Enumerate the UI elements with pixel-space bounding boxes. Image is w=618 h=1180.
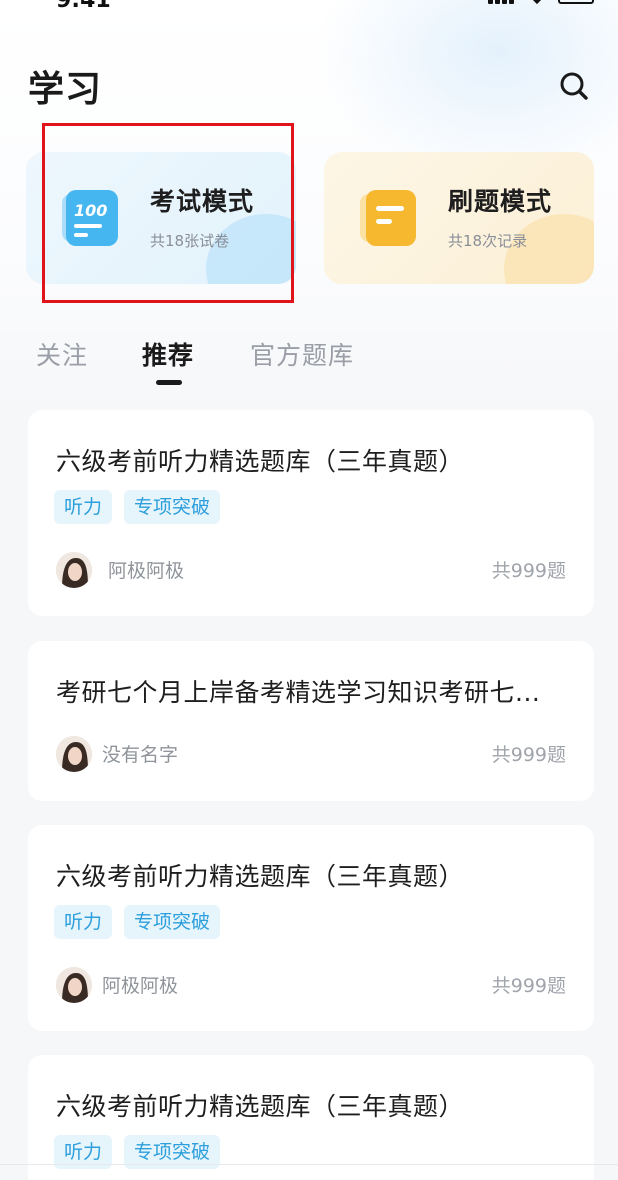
- search-button[interactable]: [556, 68, 592, 104]
- practice-mode-title: 刷题模式: [448, 187, 553, 216]
- author-name: 没有名字: [102, 744, 179, 766]
- author-name: 阿极阿极: [102, 975, 179, 997]
- question-count: 共999题: [491, 560, 566, 582]
- battery-icon: [558, 0, 594, 4]
- tag-listening[interactable]: 听力: [54, 490, 113, 524]
- search-icon: [560, 72, 588, 100]
- question-bank-card[interactable]: 六级考前听力精选题库（三年真题） 听力 专项突破 阿极阿极 共999题: [28, 825, 594, 1031]
- practice-mode-subtitle: 共18次记录: [448, 232, 528, 250]
- page-title: 学习: [28, 69, 103, 110]
- tab-official-bank[interactable]: 官方题库: [250, 336, 354, 372]
- tab-follow[interactable]: 关注: [36, 336, 88, 372]
- tab-bar: 关注 推荐 官方题库: [0, 330, 618, 390]
- avatar[interactable]: [56, 736, 92, 772]
- active-tab-indicator: [156, 380, 182, 385]
- status-time: 9:41: [56, 0, 111, 13]
- divider: [0, 1164, 618, 1165]
- tag-listening[interactable]: 听力: [54, 905, 113, 939]
- cellular-signal-icon: [488, 0, 518, 4]
- exam-mode-title: 考试模式: [150, 187, 255, 216]
- exam-mode-card[interactable]: 100 考试模式 共18张试卷: [26, 152, 296, 284]
- practice-mode-card[interactable]: 刷题模式 共18次记录: [324, 152, 594, 284]
- status-bar: 9:41: [0, 0, 618, 14]
- notes-icon: [358, 186, 422, 250]
- question-bank-card[interactable]: 六级考前听力精选题库（三年真题） 听力 专项突破: [28, 1055, 594, 1180]
- tag-special-breakthrough[interactable]: 专项突破: [124, 490, 221, 524]
- question-bank-card[interactable]: 考研七个月上岸备考精选学习知识考研七... 没有名字 共999题: [28, 641, 594, 801]
- exam-mode-subtitle: 共18张试卷: [150, 232, 230, 250]
- question-count: 共999题: [491, 744, 566, 766]
- question-bank-card[interactable]: 六级考前听力精选题库（三年真题） 听力 专项突破 阿极阿极 共999题: [28, 410, 594, 616]
- wifi-icon: [529, 0, 545, 5]
- exam-score-icon: 100: [60, 186, 124, 250]
- avatar[interactable]: [56, 967, 92, 1003]
- avatar[interactable]: [56, 552, 92, 588]
- card-title: 六级考前听力精选题库（三年真题）: [56, 862, 465, 891]
- card-title: 六级考前听力精选题库（三年真题）: [56, 1092, 465, 1121]
- author-name: 阿极阿极: [108, 560, 185, 582]
- tag-special-breakthrough[interactable]: 专项突破: [124, 905, 221, 939]
- tab-recommend[interactable]: 推荐: [142, 336, 194, 372]
- card-title: 六级考前听力精选题库（三年真题）: [56, 447, 465, 476]
- question-count: 共999题: [491, 975, 566, 997]
- svg-text:100: 100: [74, 201, 107, 220]
- card-title: 考研七个月上岸备考精选学习知识考研七...: [56, 678, 541, 707]
